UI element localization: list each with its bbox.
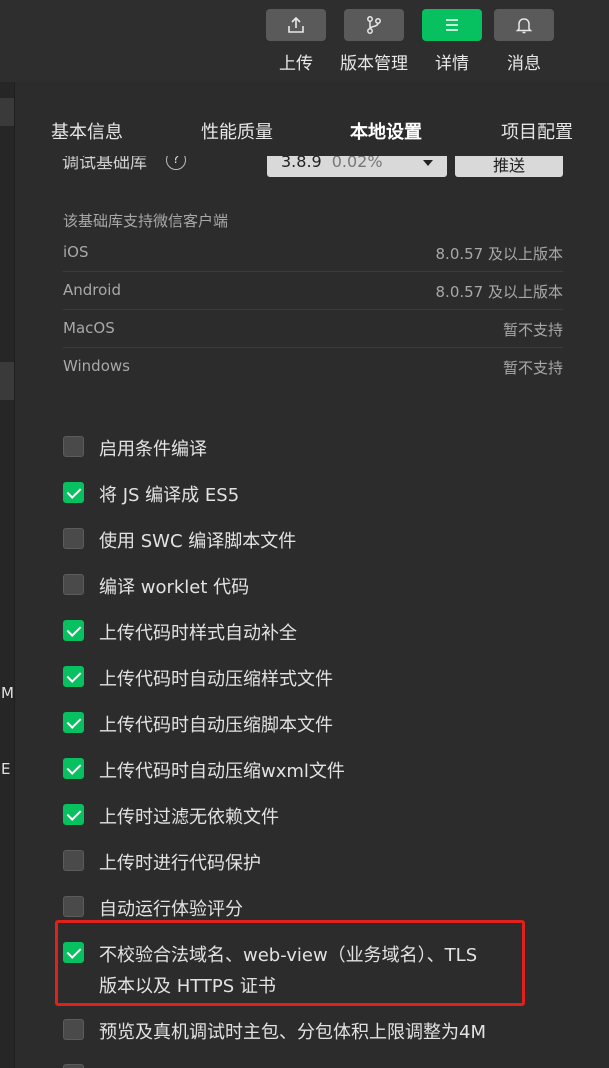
tab-basic-info[interactable]: 基本信息 bbox=[51, 118, 123, 144]
messages-label: 消息 bbox=[507, 54, 541, 74]
option-label: 将 JS 编译成 ES5 bbox=[99, 485, 240, 506]
checkbox[interactable] bbox=[63, 850, 84, 871]
details-tool[interactable]: 详情 bbox=[422, 9, 482, 74]
bell-icon bbox=[515, 18, 533, 34]
platform-row: MacOS 暂不支持 bbox=[63, 310, 563, 348]
version-tool[interactable]: 版本管理 bbox=[337, 9, 411, 74]
chevron-down-icon bbox=[423, 160, 433, 166]
messages-tool[interactable]: 消息 bbox=[494, 9, 554, 74]
tab-project-config[interactable]: 项目配置 bbox=[501, 118, 573, 144]
option-label: 上传时过滤无依赖文件 bbox=[99, 807, 279, 828]
version-button[interactable] bbox=[344, 9, 404, 41]
support-title: 该基础库支持微信客户端 bbox=[63, 212, 229, 230]
upload-button[interactable] bbox=[266, 9, 326, 41]
checkbox[interactable] bbox=[63, 620, 84, 641]
option-label: 使用 SWC 编译脚本文件 bbox=[99, 531, 297, 552]
upload-label: 上传 bbox=[279, 54, 313, 74]
checkbox[interactable] bbox=[63, 482, 84, 503]
platform-value: 8.0.57 及以上版本 bbox=[435, 283, 563, 301]
platform-name: Windows bbox=[63, 357, 130, 375]
option-label: 编译 worklet 代码 bbox=[99, 577, 250, 598]
highlight-box bbox=[55, 920, 525, 1006]
option-label: 上传代码时自动压缩wxml文件 bbox=[99, 761, 345, 782]
checkbox[interactable] bbox=[63, 528, 84, 549]
debug-lib-row: 调试基础库 ? 3.8.9 0.02% 推送 bbox=[15, 156, 609, 186]
platform-name: iOS bbox=[63, 243, 89, 261]
option-label: 预览及真机调试时主包、分包体积上限调整为4M bbox=[99, 1022, 486, 1043]
checkbox[interactable] bbox=[63, 712, 84, 733]
checkbox[interactable] bbox=[63, 1064, 84, 1068]
debug-lib-label: 调试基础库 bbox=[62, 156, 147, 173]
option-label: 上传代码时样式自动补全 bbox=[99, 623, 297, 644]
option-label: 上传代码时自动压缩样式文件 bbox=[99, 669, 333, 690]
debug-lib-share: 0.02% bbox=[331, 156, 383, 171]
top-toolbar: 上传 版本管理 详情 消息 bbox=[0, 0, 609, 82]
editor-edge: M E bbox=[0, 82, 14, 1068]
platform-name: MacOS bbox=[63, 319, 115, 337]
option-label: 上传代码时自动压缩脚本文件 bbox=[99, 715, 333, 736]
branch-icon bbox=[367, 16, 381, 34]
platform-value: 暂不支持 bbox=[502, 359, 563, 377]
details-panel: 基本信息 性能质量 本地设置 项目配置 调试基础库 ? 3.8.9 0.02% 推… bbox=[14, 82, 609, 1068]
upload-icon bbox=[288, 16, 304, 33]
option-label: 上传时进行代码保护 bbox=[99, 853, 261, 874]
platform-value: 8.0.57 及以上版本 bbox=[435, 245, 563, 263]
push-button[interactable]: 推送 bbox=[455, 156, 563, 177]
checkbox[interactable] bbox=[63, 574, 84, 595]
details-label: 详情 bbox=[435, 54, 469, 74]
checkbox[interactable] bbox=[63, 896, 84, 917]
messages-button[interactable] bbox=[494, 9, 554, 41]
debug-lib-select[interactable]: 3.8.9 0.02% bbox=[267, 156, 447, 177]
editor-row bbox=[0, 98, 14, 126]
checkbox[interactable] bbox=[63, 436, 84, 457]
upload-tool[interactable]: 上传 bbox=[266, 9, 326, 74]
platform-row: Android 8.0.57 及以上版本 bbox=[63, 272, 563, 310]
platform-row: iOS 8.0.57 及以上版本 bbox=[63, 234, 563, 272]
tab-performance[interactable]: 性能质量 bbox=[201, 118, 273, 144]
checkbox[interactable] bbox=[63, 804, 84, 825]
tab-local-settings[interactable]: 本地设置 bbox=[350, 118, 422, 144]
checkbox[interactable] bbox=[63, 666, 84, 687]
tab-bar: 基本信息 性能质量 本地设置 项目配置 bbox=[15, 82, 609, 156]
platform-value: 暂不支持 bbox=[502, 321, 563, 339]
option-label: 启用条件编译 bbox=[99, 439, 207, 460]
editor-row bbox=[0, 362, 14, 400]
checkbox[interactable] bbox=[63, 1019, 84, 1040]
platform-row: Windows 暂不支持 bbox=[63, 348, 563, 386]
editor-fragment: M bbox=[1, 684, 14, 702]
editor-fragment: E bbox=[1, 760, 11, 778]
platform-name: Android bbox=[63, 281, 121, 299]
menu-icon bbox=[446, 19, 458, 31]
version-label: 版本管理 bbox=[340, 54, 408, 74]
checkbox[interactable] bbox=[63, 758, 84, 779]
debug-lib-version: 3.8.9 bbox=[281, 156, 322, 171]
details-button[interactable] bbox=[422, 9, 482, 41]
help-icon[interactable]: ? bbox=[166, 156, 186, 170]
